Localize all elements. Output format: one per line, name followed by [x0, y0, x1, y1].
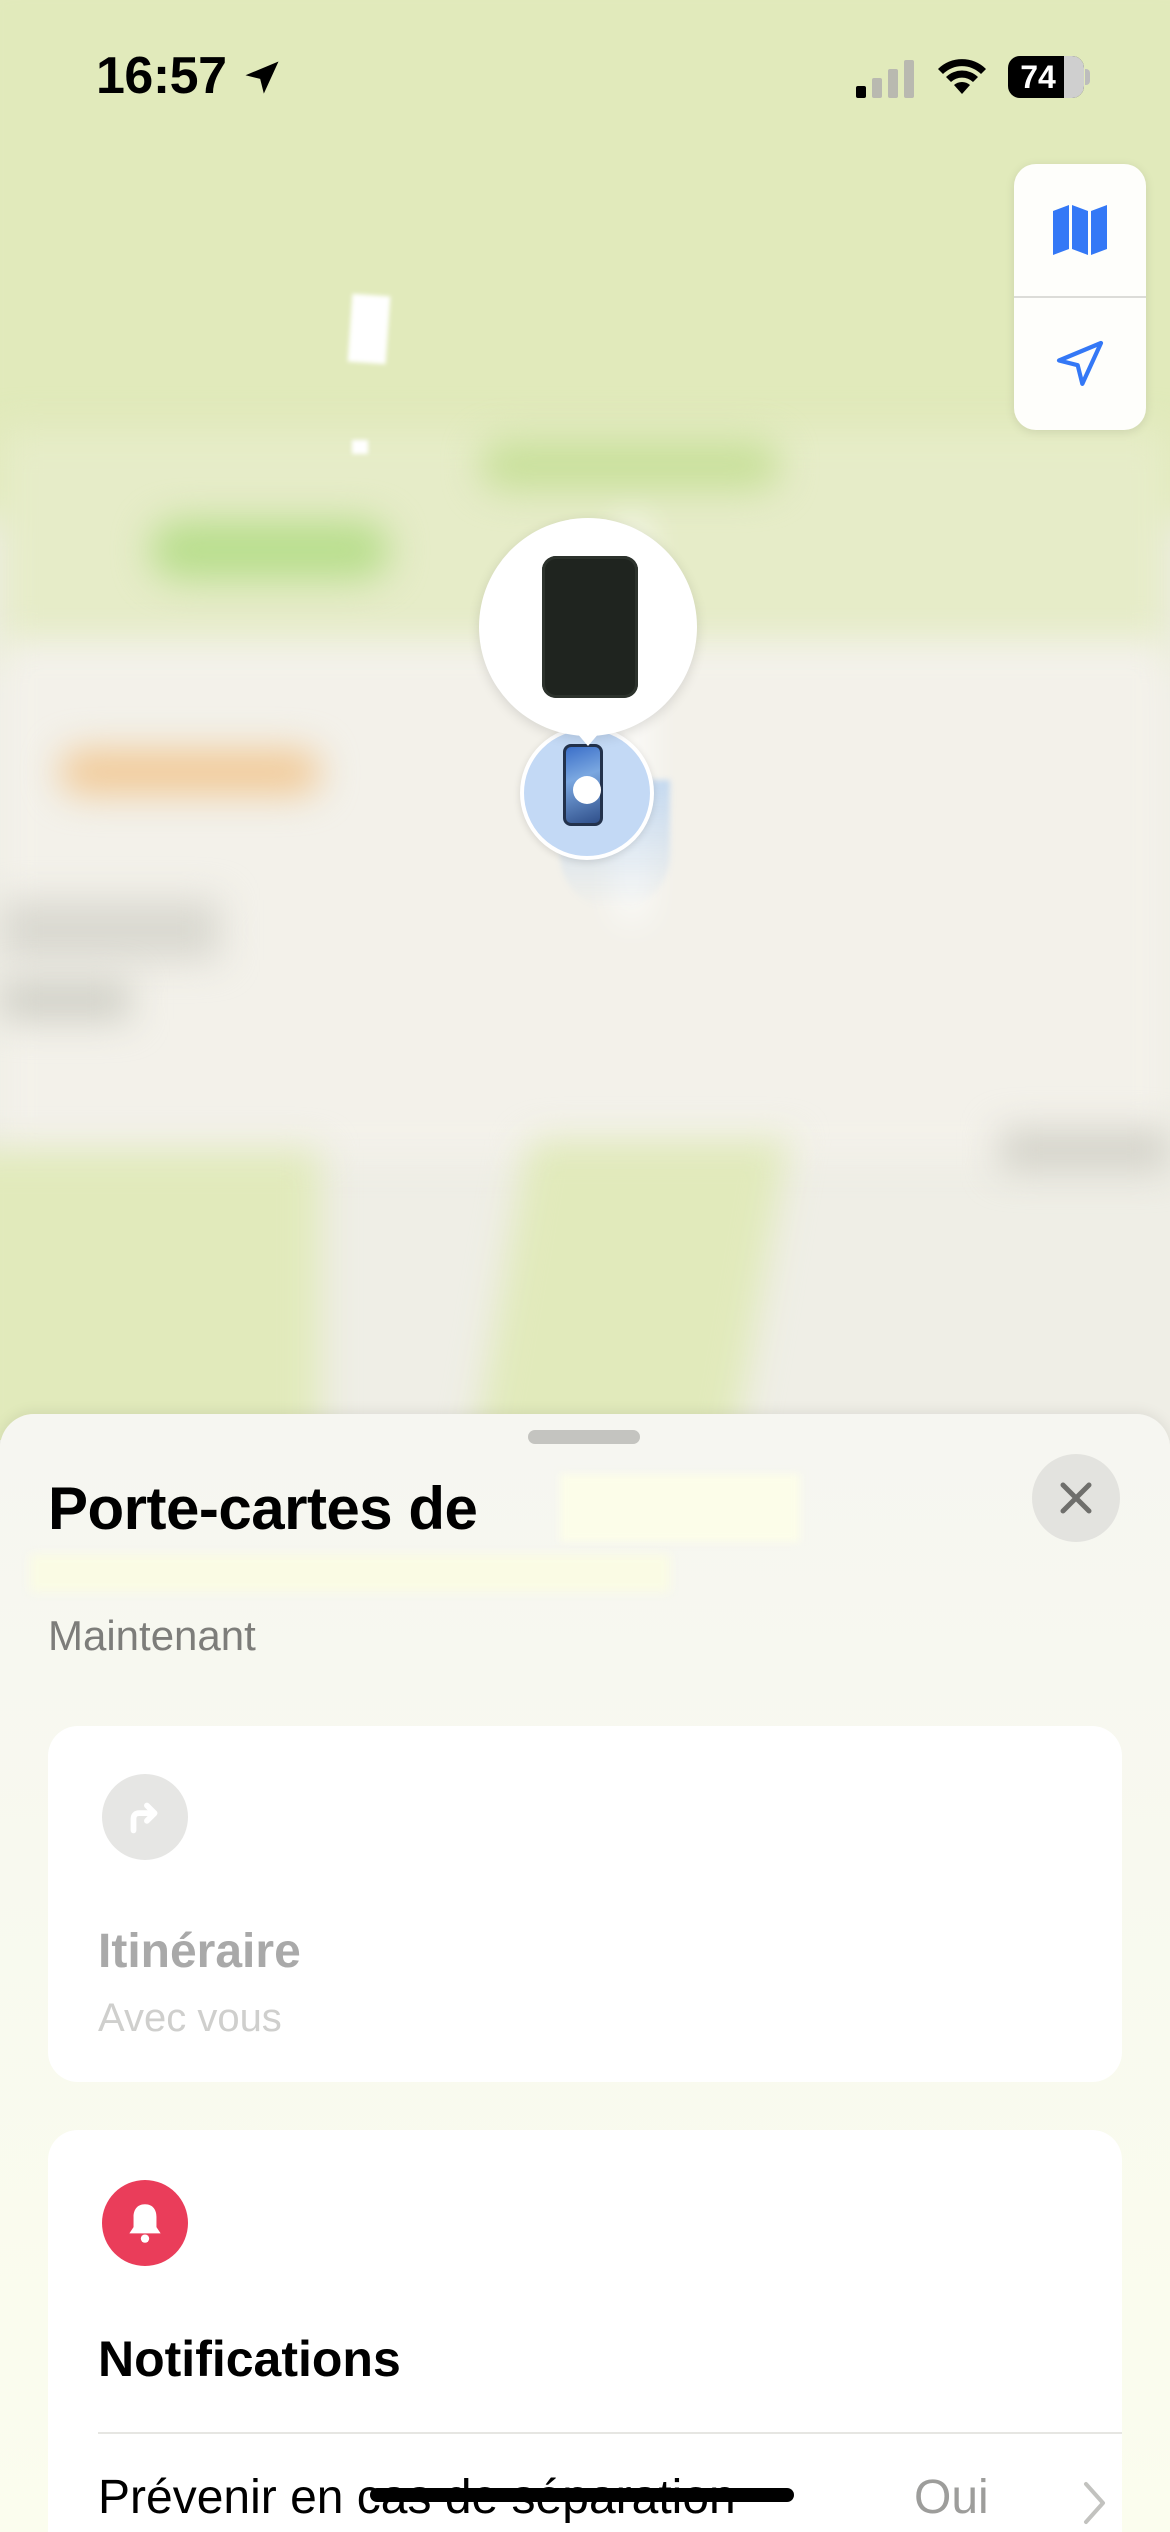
redacted-location: [30, 1554, 670, 1592]
status-bar: 16:57 74: [0, 0, 1170, 150]
wallet-icon: [542, 556, 638, 698]
directions-subtitle: Avec vous: [98, 1996, 282, 2040]
separation-alert-value[interactable]: Oui: [914, 2470, 989, 2525]
status-time: 16:57: [96, 47, 227, 105]
map-controls: [1014, 164, 1146, 430]
notifications-card: Notifications Prévenir en cas de séparat…: [48, 2130, 1122, 2532]
directions-card[interactable]: Itinéraire Avec vous: [48, 1726, 1122, 2082]
bell-icon: [102, 2180, 188, 2266]
map-icon: [1053, 205, 1107, 255]
wallet-pin-tail: [564, 718, 612, 746]
battery-percentage: 74: [1020, 59, 1056, 95]
directions-title: Itinéraire: [98, 1925, 301, 1978]
map-view[interactable]: [0, 0, 1170, 1440]
map-poi-label: [60, 750, 320, 794]
map-street-label: [0, 900, 220, 960]
location-dot: [573, 776, 601, 804]
item-title: Porte-cartes de: [48, 1475, 478, 1542]
close-button[interactable]: [1032, 1454, 1120, 1542]
battery-icon: 74: [1008, 56, 1090, 98]
map-building: [347, 293, 391, 365]
map-park-area: [471, 1140, 789, 1440]
wifi-icon: [938, 59, 986, 94]
location-services-icon: [245, 61, 279, 94]
close-icon: [1060, 1482, 1092, 1514]
map-green-label: [480, 440, 780, 490]
map-park-area: [0, 1150, 320, 1440]
map-street-label: [1000, 1130, 1170, 1170]
cellular-signal-icon: [856, 60, 914, 98]
last-seen-time: Maintenant: [48, 1612, 256, 1659]
home-indicator[interactable]: [370, 2488, 794, 2502]
map-building: [352, 440, 368, 454]
redacted-owner-name: [560, 1474, 800, 1542]
notifications-divider: [98, 2432, 1122, 2434]
chevron-right-icon[interactable]: [1082, 2480, 1108, 2526]
item-detail-sheet: Porte-cartes de Maintenant Itinéraire Av…: [0, 1414, 1170, 2532]
map-green-label: [150, 520, 390, 580]
notifications-title: Notifications: [98, 2331, 401, 2387]
map-street-label: [0, 980, 130, 1020]
locate-me-button[interactable]: [1014, 298, 1146, 430]
directions-icon: [102, 1774, 188, 1860]
sheet-grabber[interactable]: [528, 1430, 640, 1444]
map-mode-button[interactable]: [1014, 164, 1146, 296]
location-arrow-icon: [1056, 340, 1104, 386]
